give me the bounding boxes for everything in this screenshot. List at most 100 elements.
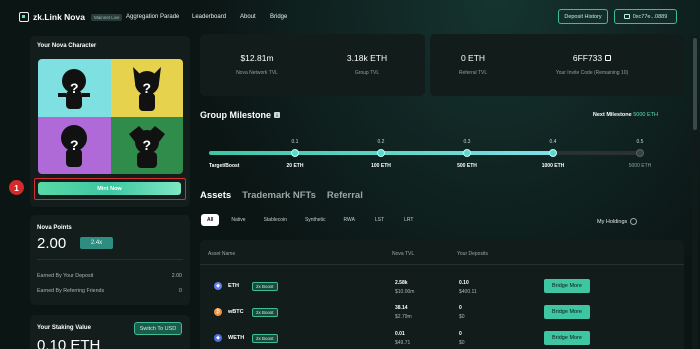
divider [37, 259, 183, 260]
filter-rwa[interactable]: RWA [344, 217, 355, 223]
milestone-dot [463, 149, 471, 157]
filter-chips: All Native Stablecoin Synthetic RWA LST … [201, 214, 413, 226]
tvl-stats-panel: $12.81m Nova Network TVL 3.18k ETH Group… [200, 34, 425, 96]
asset-name: ETH [228, 283, 239, 289]
referral-stats-panel: 0 ETH Referral TVL 6FF733 Your Invite Co… [430, 34, 684, 96]
scrollbar-thumb[interactable] [693, 38, 697, 130]
filter-synthetic[interactable]: Synthetic [305, 217, 326, 223]
character-silhouette: ? [38, 116, 111, 174]
staking-value: 0.10 ETH [37, 337, 101, 349]
logo-icon [19, 12, 29, 22]
top-nav: zk.Link Nova Mainnet Live Aggregation Pa… [0, 0, 700, 34]
mint-highlight: Mint Now [34, 178, 186, 200]
boost-badge: 2x Boost [252, 282, 278, 291]
referral-tvl-label: Referral TVL [458, 70, 488, 76]
target-boost-label: Target/Boost [209, 163, 240, 169]
toggle-circle-icon [630, 218, 638, 225]
nova-points-value: 2.00 [37, 235, 67, 252]
info-icon[interactable]: i [274, 112, 281, 118]
staking-panel: Your Staking Value Switch To USD 0.10 ET… [30, 315, 190, 349]
copy-icon[interactable] [605, 55, 612, 61]
character-silhouette: ? [110, 116, 183, 174]
tvl-amount: 0.01 [395, 331, 405, 337]
eth-icon: ◆ [214, 282, 222, 290]
referral-points-label: Earned By Referring Friends [37, 288, 105, 294]
network-tvl-value: $12.81m [240, 53, 274, 63]
wallet-icon [623, 14, 630, 19]
deposit-amount: 0 [459, 305, 462, 311]
deposit-usd: $0 [459, 340, 465, 346]
nav-link-bridge[interactable]: Bridge [270, 14, 287, 20]
logo[interactable]: zk.Link Nova Mainnet Live [19, 12, 123, 22]
nova-points-panel: Nova Points 2.00 2.4x Earned By Your Dep… [30, 215, 190, 305]
nav-link-aggregation-parade[interactable]: Aggregation Parade [126, 14, 179, 20]
logo-text: zk.Link Nova [33, 12, 85, 22]
deposit-history-button[interactable]: Deposit History [558, 9, 608, 24]
milestone-title-text: Group Milestone [200, 110, 272, 120]
invite-code: 6FF733 [540, 53, 644, 63]
filter-native[interactable]: Native [231, 217, 245, 223]
deposit-points-value: 2.00 [171, 273, 182, 279]
bridge-more-button[interactable]: Bridge More [544, 279, 590, 293]
wallet-button[interactable]: 0xc77e...0889 [614, 9, 677, 24]
milestone-amount: 1000 ETH [541, 163, 565, 169]
milestone-boost-label: 0.1 [291, 139, 299, 145]
nav-link-leaderboard[interactable]: Leaderboard [192, 14, 226, 20]
asset-tabs: Assets Trademark NFTs Referral [200, 190, 374, 201]
table-divider [200, 264, 684, 265]
milestone-title: Group Milestone i [200, 110, 281, 120]
asset-name: wBTC [228, 309, 244, 315]
next-milestone-label: Next Milestone [592, 112, 632, 118]
my-holdings-label: My Holdings [597, 218, 628, 225]
milestone-track [209, 151, 641, 155]
milestone-amount: 5000 ETH [628, 163, 652, 169]
step-number-badge: 1 [9, 180, 24, 195]
invite-code-value: 6FF733 [572, 53, 603, 63]
tvl-usd: $49.71 [395, 340, 411, 346]
tab-referral[interactable]: Referral [327, 190, 363, 201]
boost-badge: 2x Boost [252, 308, 278, 317]
tab-assets[interactable]: Assets [200, 190, 231, 201]
filter-all[interactable]: All [201, 214, 220, 226]
character-silhouette: ? [38, 59, 111, 117]
filter-lrt[interactable]: LRT [404, 217, 413, 223]
next-milestone-value: 5000 ETH [633, 112, 658, 118]
next-milestone: Next Milestone 5000 ETH [593, 112, 658, 118]
milestone-boost-label: 0.4 [549, 139, 557, 145]
milestone-boost-label: 0.3 [463, 139, 471, 145]
wallet-address: 0xc77e...0889 [632, 13, 668, 20]
filter-stablecoin[interactable]: Stablecoin [264, 217, 287, 223]
mint-now-button[interactable]: Mint Now [38, 182, 181, 195]
character-title: Your Nova Character [37, 43, 97, 49]
bridge-more-button[interactable]: Bridge More [544, 331, 590, 345]
switch-to-usd-button[interactable]: Switch To USD [134, 322, 182, 335]
milestone-dot [636, 149, 644, 157]
bridge-more-button[interactable]: Bridge More [544, 305, 590, 319]
milestone-boost-label: 0.5 [636, 139, 644, 145]
milestone-dot [291, 149, 299, 157]
deposit-amount: 0.10 [459, 280, 469, 286]
tvl-usd: $10.00m [395, 289, 415, 295]
referral-points-value: 0 [179, 288, 182, 294]
nova-points-title: Nova Points [37, 225, 72, 231]
tvl-usd: $2.79m [395, 314, 412, 320]
milestone-dot [377, 149, 385, 157]
milestone-amount: 500 ETH [457, 163, 477, 169]
milestone-amount: 100 ETH [371, 163, 391, 169]
header-nova-tvl: Nova TVL [392, 251, 415, 257]
nav-link-about[interactable]: About [240, 14, 256, 20]
tab-trademark-nfts[interactable]: Trademark NFTs [242, 190, 316, 201]
filter-lst[interactable]: LST [375, 217, 384, 223]
character-silhouette: ? [110, 59, 183, 117]
boost-badge: 2x Boost [252, 334, 278, 343]
staking-title: Your Staking Value [37, 325, 91, 331]
network-badge: Mainnet Live [90, 13, 123, 21]
asset-name: WETH [228, 335, 245, 341]
milestone-amount: 20 ETH [286, 163, 304, 169]
invite-code-label: Your Invite Code (Remaining 10) [555, 70, 629, 76]
group-tvl-value: 3.18k ETH [346, 53, 388, 63]
network-tvl-label: Nova Network TVL [236, 70, 278, 76]
my-holdings-toggle[interactable]: My Holdings [597, 218, 638, 225]
deposit-points-label: Earned By Your Deposit [37, 273, 94, 279]
deposit-usd: $400.11 [459, 289, 477, 295]
